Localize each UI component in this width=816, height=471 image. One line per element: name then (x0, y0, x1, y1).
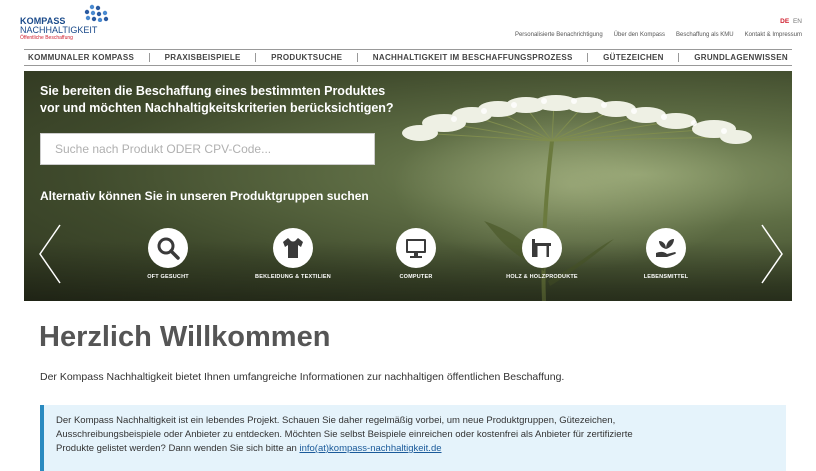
hero-banner: Sie bereiten die Beschaffung eines besti… (24, 71, 792, 301)
nav-divider (587, 53, 589, 62)
nav-divider (357, 53, 359, 62)
contact-email-link[interactable]: info(at)kompass-nachhaltigkeit.de (299, 443, 441, 454)
category-icon-circle (148, 228, 188, 268)
info-line3: Produkte gelistet werden? Dann wenden Si… (56, 442, 774, 456)
category-label: HOLZ & HOLZPRODUKTE (506, 274, 578, 280)
header: KOMPASS NACHHALTIGKEIT Öffentliche Besch… (0, 0, 816, 46)
logo-dots-icon (84, 4, 109, 22)
sprout-hand-icon (656, 239, 676, 257)
nav-produktsuche[interactable]: PRODUKTSUCHE (271, 53, 342, 62)
category-oft-gesucht[interactable]: OFT GESUCHT (108, 228, 228, 280)
hero-subtitle: Alternativ können Sie in unseren Produkt… (40, 189, 369, 203)
info-line2: Ausschreibungsbeispiele oder Anbieter zu… (56, 429, 633, 440)
nav-grundlagenwissen[interactable]: GRUNDLAGENWISSEN (694, 53, 788, 62)
magnifier-icon (157, 237, 180, 260)
nav-divider (148, 53, 150, 62)
main-nav: KOMMUNALER KOMPASS PRAXISBEISPIELE PRODU… (24, 49, 792, 66)
lang-de[interactable]: DE (780, 18, 789, 25)
category-label: OFT GESUCHT (147, 274, 189, 280)
shirt-icon (283, 238, 303, 258)
category-computer[interactable]: COMPUTER (356, 228, 476, 280)
info-line3-text: Produkte gelistet werden? Dann wenden Si… (56, 443, 300, 454)
carousel-next-icon[interactable] (760, 223, 784, 285)
nav-divider (255, 53, 257, 62)
topnav-about[interactable]: Über den Kompass (614, 32, 665, 38)
table-icon (532, 239, 551, 257)
welcome-title: Herzlich Willkommen (39, 321, 331, 353)
hero-title: Sie bereiten die Beschaffung eines besti… (40, 83, 420, 117)
nav-divider (678, 53, 680, 62)
category-label: BEKLEIDUNG & TEXTILIEN (255, 274, 331, 280)
lang-en[interactable]: EN (793, 18, 802, 25)
nav-beschaffungsprozess[interactable]: NACHHALTIGKEIT IM BESCHAFFUNGSPROZESS (373, 53, 573, 62)
hero-title-line2: vor und möchten Nachhaltigkeitskriterien… (40, 101, 394, 115)
welcome-text: Der Kompass Nachhaltigkeit bietet Ihnen … (40, 371, 565, 383)
category-bekleidung[interactable]: BEKLEIDUNG & TEXTILIEN (233, 228, 353, 280)
category-icon-circle (646, 228, 686, 268)
hero-title-line1: Sie bereiten die Beschaffung eines besti… (40, 84, 386, 98)
category-icon-circle (522, 228, 562, 268)
logo-line2: NACHHALTIGKEIT (20, 25, 98, 35)
category-icon-circle (396, 228, 436, 268)
topnav-contact[interactable]: Kontakt & Impressum (745, 32, 802, 38)
topnav-kmu[interactable]: Beschaffung als KMU (676, 32, 734, 38)
category-icon-circle (273, 228, 313, 268)
category-label: COMPUTER (399, 274, 433, 280)
logo[interactable]: KOMPASS NACHHALTIGKEIT Öffentliche Besch… (20, 4, 130, 41)
nav-guetezeichen[interactable]: GÜTEZEICHEN (603, 53, 664, 62)
topnav-notifications[interactable]: Personalisierte Benachrichtigung (515, 32, 603, 38)
info-box: Der Kompass Nachhaltigkeit ist ein leben… (40, 405, 786, 471)
info-line1: Der Kompass Nachhaltigkeit ist ein leben… (56, 415, 616, 426)
product-search-input[interactable] (40, 133, 375, 165)
top-nav: Personalisierte Benachrichtigung Über de… (515, 32, 802, 38)
monitor-icon (406, 239, 426, 258)
logo-line3: Öffentliche Beschaffung (20, 35, 73, 41)
nav-praxisbeispiele[interactable]: PRAXISBEISPIELE (165, 53, 241, 62)
carousel-prev-icon[interactable] (38, 223, 62, 285)
category-lebensmittel[interactable]: LEBENSMITTEL (606, 228, 726, 280)
category-holz[interactable]: HOLZ & HOLZPRODUKTE (482, 228, 602, 280)
language-switcher: DE EN (780, 18, 802, 25)
category-label: LEBENSMITTEL (643, 274, 689, 280)
nav-kommunaler-kompass[interactable]: KOMMUNALER KOMPASS (28, 53, 134, 62)
